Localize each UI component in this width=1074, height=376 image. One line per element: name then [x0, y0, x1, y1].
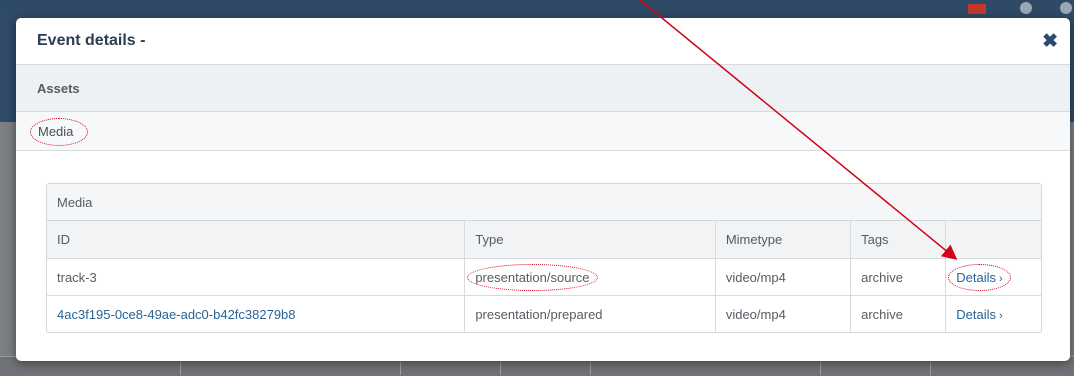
panel-title: Media: [47, 184, 1041, 221]
close-icon[interactable]: ✖: [1042, 32, 1058, 51]
tab-assets[interactable]: Assets: [37, 81, 80, 96]
cell-id: track-3: [47, 258, 466, 296]
cell-tags: archive: [850, 295, 947, 332]
modal-header: Event details - ✖: [16, 18, 1070, 65]
tab-media[interactable]: Media: [29, 117, 89, 146]
column-header-actions: [945, 221, 1041, 259]
cell-id: 4ac3f195-0ce8-49ae-adc0-b42fc38279b8: [47, 295, 466, 332]
sub-tab-bar: Media: [16, 112, 1070, 151]
table-header-row: ID Type Mimetype Tags: [47, 221, 1041, 259]
tab-bar: Assets: [16, 65, 1070, 112]
media-id-link[interactable]: 4ac3f195-0ce8-49ae-adc0-b42fc38279b8: [57, 307, 296, 322]
column-header-id[interactable]: ID: [47, 221, 466, 259]
chevron-right-icon: ›: [999, 272, 1003, 285]
background-topbar: [0, 0, 1074, 12]
column-header-mimetype[interactable]: Mimetype: [715, 221, 852, 259]
column-header-type[interactable]: Type: [464, 221, 716, 259]
table-row: track-3 presentation/source video/mp4 ar…: [47, 258, 1041, 296]
media-type-value: presentation/source: [467, 263, 598, 291]
media-id-link[interactable]: track-3: [57, 270, 97, 285]
flag-icon: [968, 4, 986, 14]
column-header-tags[interactable]: Tags: [850, 221, 947, 259]
event-details-modal: Event details - ✖ Assets Media Media ID …: [16, 18, 1070, 361]
modal-title: Event details -: [37, 32, 146, 49]
table-row: 4ac3f195-0ce8-49ae-adc0-b42fc38279b8 pre…: [47, 295, 1041, 333]
media-panel: Media ID Type Mimetype Tags track-3 pres…: [46, 183, 1042, 333]
details-link[interactable]: Details ›: [948, 263, 1012, 291]
cell-mimetype: video/mp4: [715, 295, 852, 332]
details-label: Details: [956, 269, 997, 285]
cell-tags: archive: [850, 258, 947, 296]
chevron-right-icon: ›: [999, 309, 1003, 322]
cell-actions: Details ›: [946, 296, 1041, 333]
media-table: ID Type Mimetype Tags track-3 presentati…: [47, 221, 1041, 332]
details-link[interactable]: Details ›: [956, 307, 1002, 322]
cell-type: presentation/source: [464, 258, 716, 296]
cell-mimetype: video/mp4: [715, 258, 852, 296]
help-icon: [1020, 2, 1032, 14]
cell-actions: Details ›: [945, 258, 1041, 296]
details-label: Details: [956, 306, 997, 322]
cell-type: presentation/prepared: [464, 295, 716, 332]
settings-icon: [1060, 2, 1072, 14]
